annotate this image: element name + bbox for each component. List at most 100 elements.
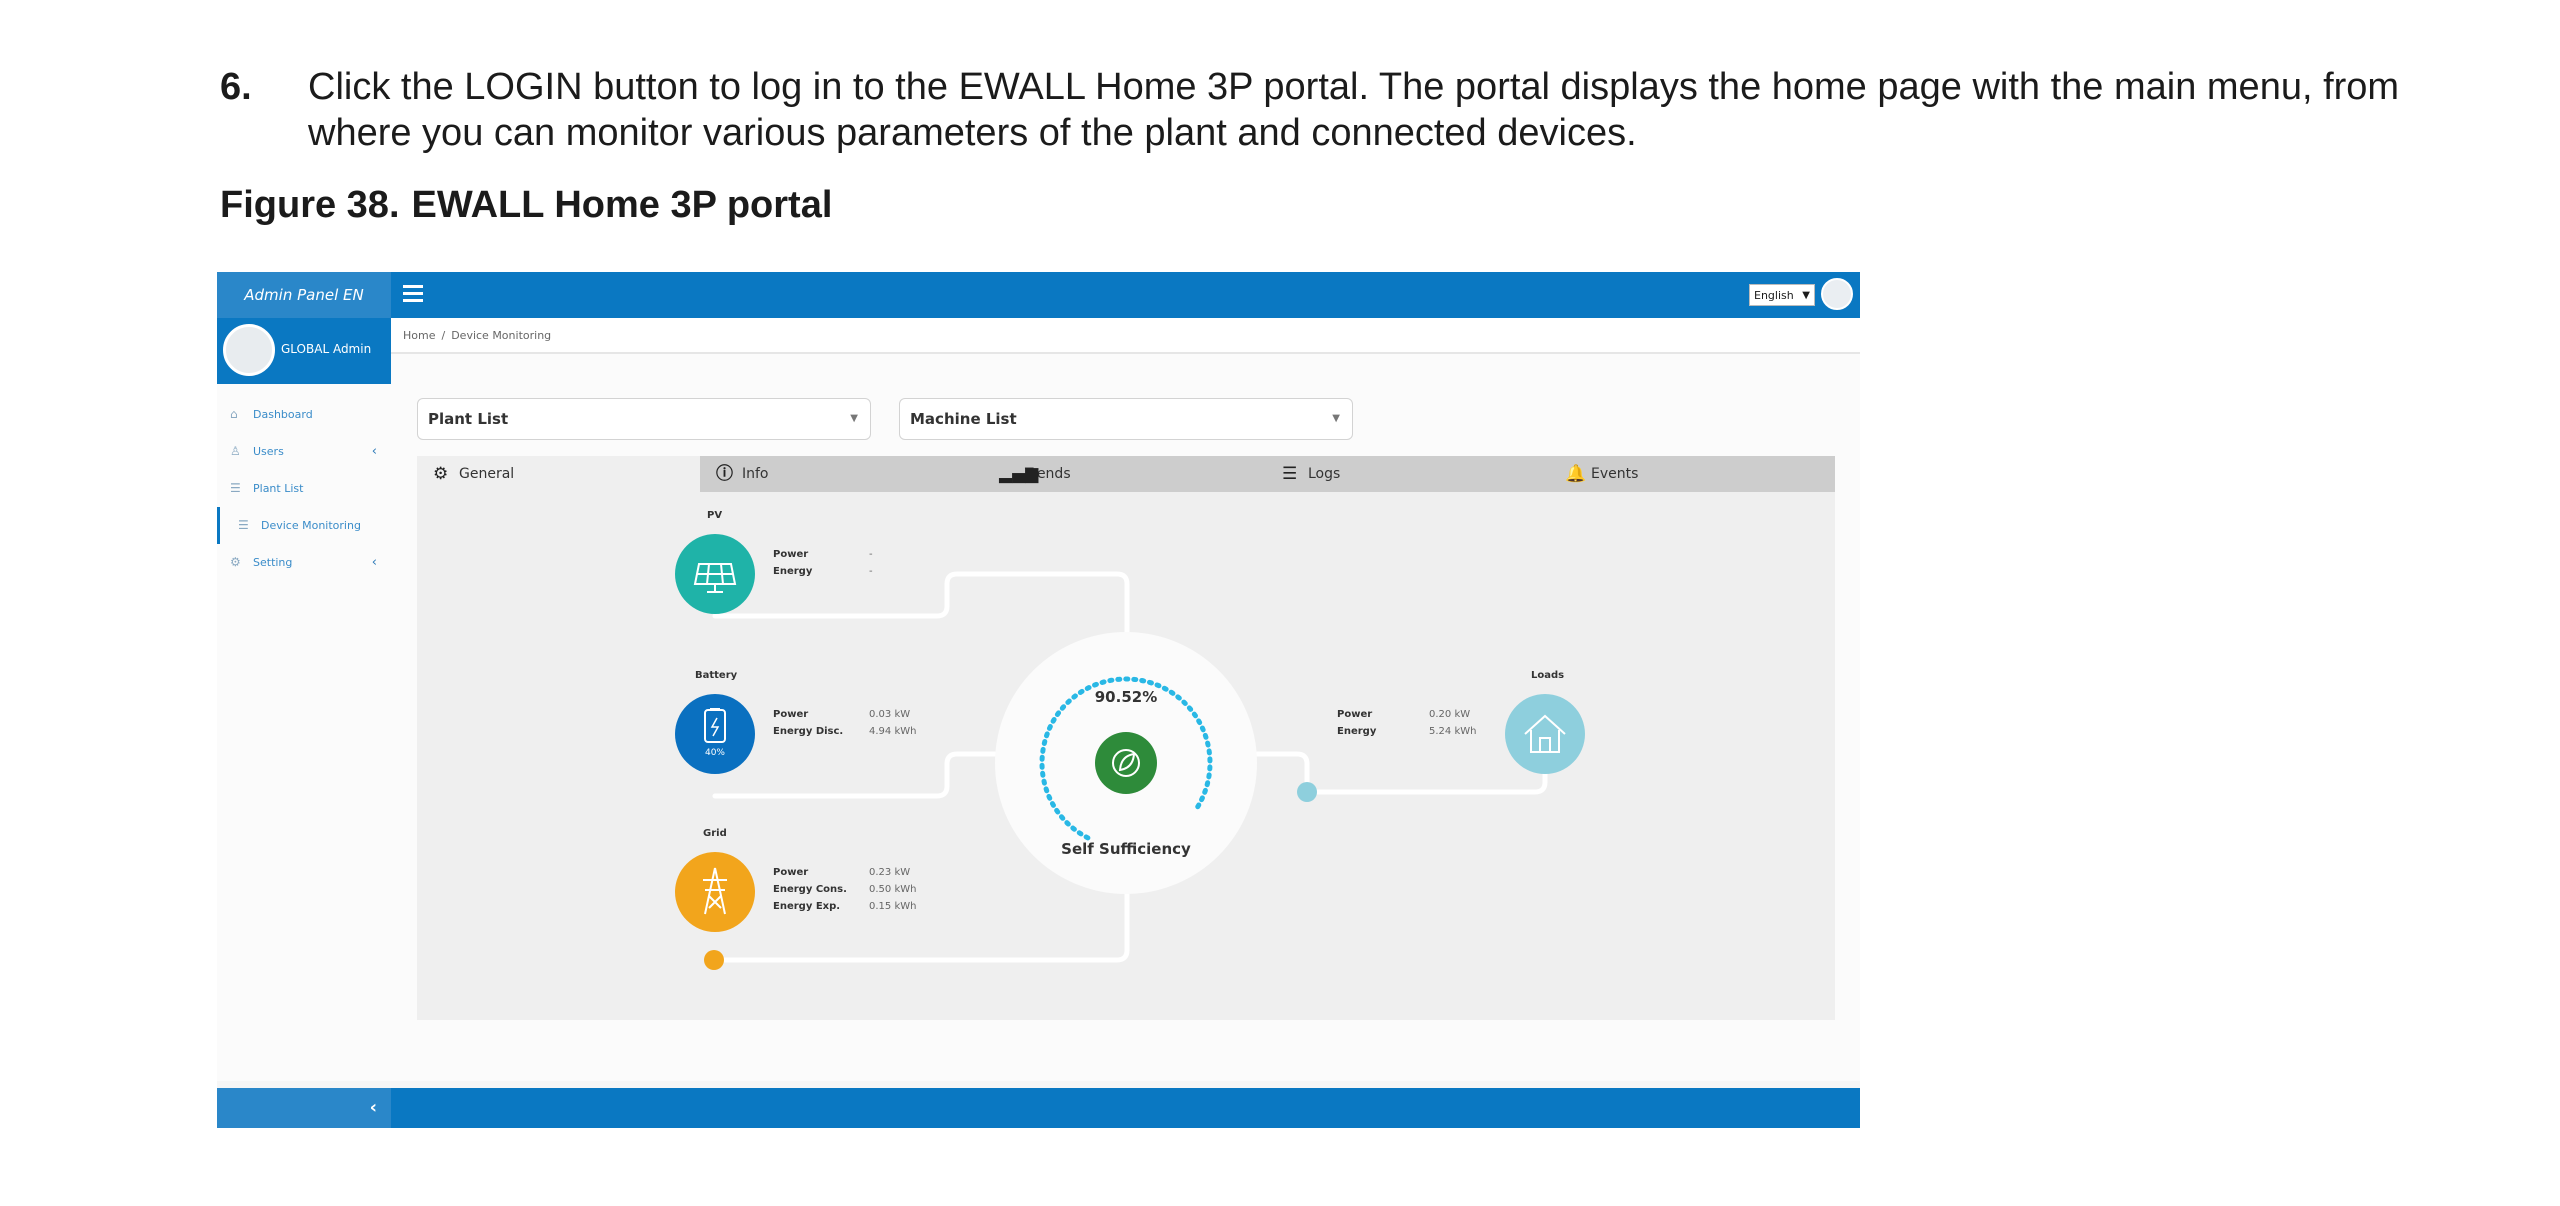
chevron-down-icon: ▼ <box>1332 413 1340 424</box>
chevron-left-icon: ‹ <box>371 444 377 459</box>
pv-power-label: Power <box>773 549 809 560</box>
sidebar-item-label: Users <box>253 445 284 458</box>
plant-list-value: Plant List <box>428 410 509 428</box>
loads-title: Loads <box>1531 670 1565 681</box>
language-select[interactable]: English ▼ <box>1749 284 1815 306</box>
list-icon: ☰ <box>1282 464 1298 484</box>
pv-energy-label: Energy <box>773 566 813 577</box>
tab-label: Info <box>742 466 769 482</box>
energy-flow-diagram: 90.52% Self Sufficiency PV Power - Energ… <box>417 492 1835 1020</box>
avatar <box>223 324 275 376</box>
sidebar-item-label: Dashboard <box>253 408 313 421</box>
tab-events[interactable]: 🔔 Events <box>1549 456 1832 492</box>
tab-general[interactable]: ⚙ General <box>417 456 700 492</box>
sidebar-item-dashboard[interactable]: ⌂ Dashboard <box>217 396 391 433</box>
grid-cons-label: Energy Cons. <box>773 884 847 895</box>
pv-power-value: - <box>869 549 873 560</box>
tab-info[interactable]: ⓘ Info <box>700 456 983 492</box>
admin-panel-title: Admin Panel EN <box>217 272 391 318</box>
step-number: 6. <box>220 66 252 108</box>
tab-trends[interactable]: ▂▄▆ Trends <box>983 456 1266 492</box>
grid-node[interactable] <box>675 852 755 932</box>
sidebar-collapse-button[interactable]: ‹ <box>217 1088 391 1128</box>
machine-list-select[interactable]: Machine List ▼ <box>899 398 1353 440</box>
grid-power-value: 0.23 kW <box>869 867 911 878</box>
sidebar-item-label: Device Monitoring <box>261 519 361 532</box>
self-sufficiency-label: Self Sufficiency <box>1061 840 1191 858</box>
power-tower-icon <box>703 867 727 915</box>
sidebar-item-label: Setting <box>253 556 293 569</box>
loads-power-label: Power <box>1337 709 1373 720</box>
breadcrumb-current: Device Monitoring <box>451 329 552 342</box>
tab-logs[interactable]: ☰ Logs <box>1266 456 1549 492</box>
pv-title: PV <box>707 510 723 521</box>
loads-node[interactable] <box>1505 694 1585 774</box>
chevron-down-icon: ▼ <box>1802 290 1810 301</box>
breadcrumb: Home / Device Monitoring <box>391 318 1860 354</box>
list-icon: ☰ <box>238 518 249 532</box>
loads-energy-label: Energy <box>1337 726 1377 737</box>
grid-exp-label: Energy Exp. <box>773 901 841 912</box>
battery-power-label: Power <box>773 709 809 720</box>
pv-flow-line <box>712 571 1130 635</box>
user-panel: GLOBAL Admin <box>217 318 391 384</box>
monitoring-panel: ⚙ General ⓘ Info ▂▄▆ Trends ☰ Logs 🔔 Eve… <box>417 456 1835 1020</box>
grid-cons-value: 0.50 kWh <box>869 884 917 895</box>
grid-flow-dot <box>704 950 724 970</box>
top-bar: Admin Panel EN English ▼ <box>217 272 1860 318</box>
battery-energy-label: Energy Disc. <box>773 726 844 737</box>
users-icon: ♙ <box>230 444 241 458</box>
tab-label: Logs <box>1308 466 1341 482</box>
battery-energy-value: 4.94 kWh <box>869 726 917 737</box>
sidebar: GLOBAL Admin ⌂ Dashboard ♙ Users ‹ ☰ Pla… <box>217 318 392 1081</box>
tab-label: General <box>459 466 515 482</box>
portal-screenshot: Admin Panel EN English ▼ GLOBAL Admin ⌂ … <box>217 272 1860 1128</box>
sidebar-nav: ⌂ Dashboard ♙ Users ‹ ☰ Plant List ☰ Dev… <box>217 396 391 581</box>
menu-toggle-icon[interactable] <box>403 285 423 305</box>
user-avatar-button[interactable] <box>1821 278 1853 310</box>
chevron-left-icon: ‹ <box>369 1097 377 1118</box>
sidebar-item-plant-list[interactable]: ☰ Plant List <box>217 470 391 507</box>
solar-panel-icon <box>693 563 737 593</box>
main-content: Home / Device Monitoring Plant List ▼ Mach… <box>391 318 1860 1081</box>
sidebar-item-setting[interactable]: ⚙ Setting ‹ <box>217 544 391 581</box>
tab-bar: ⚙ General ⓘ Info ▂▄▆ Trends ☰ Logs 🔔 Eve… <box>417 456 1835 492</box>
breadcrumb-separator: / <box>441 329 446 342</box>
signal-bars-icon: ▂▄▆ <box>999 464 1039 484</box>
info-icon: ⓘ <box>716 464 733 484</box>
figure-caption: Figure 38. EWALL Home 3P portal <box>220 184 832 227</box>
grid-power-label: Power <box>773 867 809 878</box>
grid-title: Grid <box>703 828 727 839</box>
tab-label: Events <box>1591 466 1639 482</box>
user-name: GLOBAL Admin <box>281 342 372 356</box>
sidebar-item-device-monitoring[interactable]: ☰ Device Monitoring <box>217 507 391 544</box>
grid-exp-value: 0.15 kWh <box>869 901 917 912</box>
house-icon <box>1524 714 1566 753</box>
battery-title: Battery <box>695 670 738 681</box>
list-icon: ☰ <box>230 481 241 495</box>
figure-label: Figure 38. <box>220 184 400 226</box>
battery-soc: 40% <box>704 748 725 758</box>
sidebar-item-users[interactable]: ♙ Users ‹ <box>217 433 391 470</box>
step-text: Click the LOGIN button to log in to the … <box>308 66 2400 154</box>
language-value: English <box>1754 289 1794 302</box>
loads-flow-dot <box>1297 782 1317 802</box>
figure-title: EWALL Home 3P portal <box>411 184 833 226</box>
gear-icon: ⚙ <box>433 464 449 484</box>
pv-node[interactable] <box>675 534 755 614</box>
breadcrumb-home[interactable]: Home <box>403 329 435 342</box>
sidebar-item-label: Plant List <box>253 482 304 495</box>
loads-power-value: 0.20 kW <box>1429 709 1471 720</box>
bell-icon: 🔔 <box>1565 464 1587 484</box>
battery-node[interactable]: 40% <box>675 694 755 774</box>
battery-power-value: 0.03 kW <box>869 709 911 720</box>
chevron-left-icon: ‹ <box>371 555 377 570</box>
home-icon: ⌂ <box>230 407 238 421</box>
pv-energy-value: - <box>869 566 873 577</box>
machine-list-value: Machine List <box>910 410 1017 428</box>
battery-icon <box>704 708 726 743</box>
chevron-down-icon: ▼ <box>850 413 858 424</box>
plant-list-select[interactable]: Plant List ▼ <box>417 398 871 440</box>
self-sufficiency-circle <box>1095 732 1157 794</box>
footer-bar: ‹ <box>217 1088 1860 1128</box>
